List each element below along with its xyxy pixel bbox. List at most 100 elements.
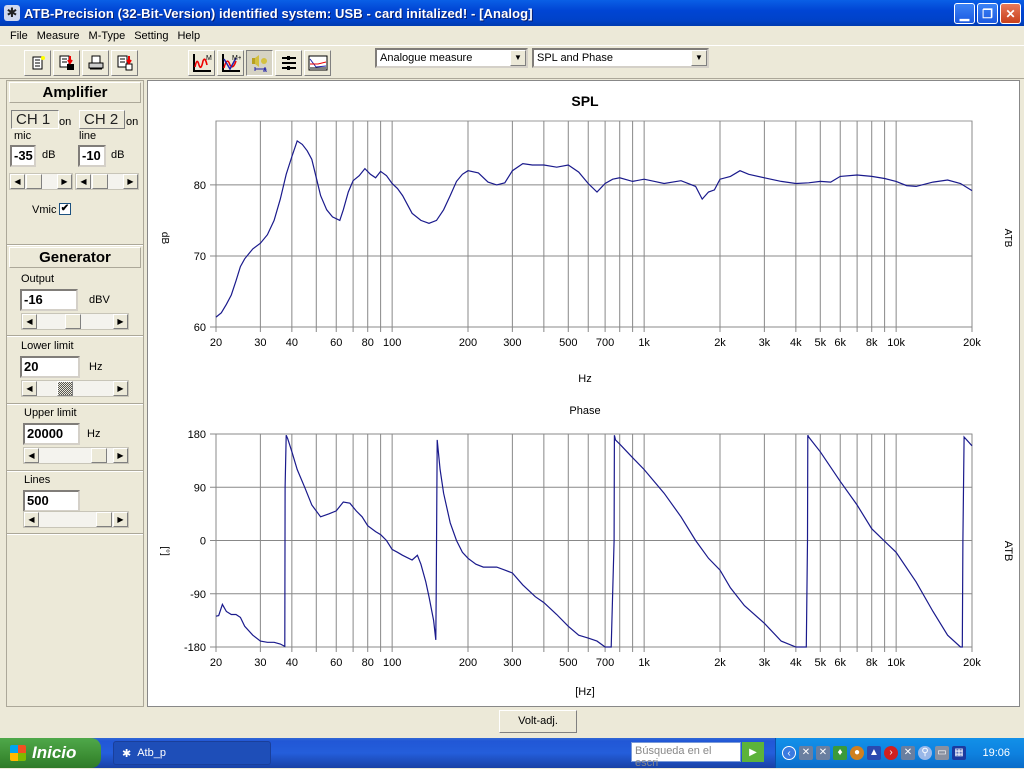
phase-x-tick-label: 2k [714,657,726,669]
ch1-input-label: mic [14,130,32,142]
scroll-right-icon[interactable]: ▶ [123,174,138,189]
scroll-left-icon[interactable]: ◀ [10,174,25,189]
windows-logo-icon [10,745,26,761]
slider-thumb[interactable] [92,174,108,189]
scroll-left-icon[interactable]: ◀ [22,381,37,396]
taskbar-item-atb[interactable]: ✱ Atb_p [113,741,271,765]
ch2-gain-input[interactable]: -10 [78,145,106,167]
scroll-right-icon[interactable]: ▶ [113,314,128,329]
slider-thumb[interactable] [26,174,42,189]
spl-chart-title: SPL [571,93,599,109]
spl-x-tick-label: 60 [330,337,342,349]
divider [7,533,143,535]
phase-x-tick-label: 80 [362,657,374,669]
monitor-icon[interactable]: ▦ [952,746,966,760]
minimize-button[interactable]: ▁ [954,3,975,24]
output-unit: dBV [89,294,110,306]
spl-x-tick-label: 100 [383,337,401,349]
bottom-bar: Volt-adj. [0,707,1024,738]
phase-x-tick-label: 40 [286,657,298,669]
spl-x-tick-label: 20 [210,337,222,349]
slider-thumb[interactable] [96,512,112,527]
search-icon[interactable]: ⚲ [918,746,932,760]
slider-thumb[interactable] [57,381,73,396]
lower-limit-input[interactable]: 20 [20,356,80,378]
measure-plus-button[interactable]: M+ [217,50,244,76]
safely-remove-icon[interactable]: ♦ [833,746,847,760]
start-button[interactable]: Inicio [0,738,101,768]
save-document-icon [59,55,74,70]
spl-x-tick-label: 40 [286,337,298,349]
menu-file[interactable]: File [10,30,28,42]
lines-label: Lines [24,474,51,486]
slider-thumb[interactable] [91,448,107,463]
upper-limit-unit: Hz [87,428,101,440]
export-button[interactable] [111,50,138,76]
spl-x-tick-label: 300 [503,337,521,349]
save-button[interactable] [53,50,80,76]
measure-mode-select[interactable]: Analogue measure ▼ [375,48,528,68]
menu-setting[interactable]: Setting [134,30,168,42]
output-slider[interactable]: ◀ ▶ [21,313,129,330]
output-input[interactable]: -16 [20,289,78,311]
ch2-gain-slider[interactable]: ◀ ▶ [75,173,139,190]
network-disconnected-icon[interactable]: ✕ [816,746,830,760]
chevron-down-icon[interactable]: ▼ [510,50,526,66]
lines-input[interactable]: 500 [23,490,80,512]
lines-slider[interactable]: ◀ ▶ [23,511,129,528]
print-button[interactable] [82,50,109,76]
menu-measure[interactable]: Measure [37,30,80,42]
scroll-right-icon[interactable]: ▶ [113,512,128,527]
spl-x-tick-label: 4k [790,337,802,349]
phase-x-tick-label: 20k [963,657,981,669]
media-icon[interactable]: › [884,746,898,760]
display-mode-select[interactable]: SPL and Phase ▼ [532,48,709,68]
menu-m-type[interactable]: M-Type [89,30,126,42]
restore-button[interactable]: ❐ [977,3,998,24]
close-button[interactable]: ✕ [1000,3,1021,24]
ch1-button[interactable]: CH 1 [11,110,59,129]
phase-series-line [215,434,973,648]
display-icon[interactable]: ▭ [935,746,949,760]
upper-limit-slider[interactable]: ◀ ▶ [23,447,129,464]
upper-limit-input[interactable]: 20000 [23,423,80,445]
network-disconnected-icon[interactable]: ✕ [799,746,813,760]
new-button[interactable] [24,50,51,76]
volt-adj-button[interactable]: Volt-adj. [499,710,577,733]
scroll-left-icon[interactable]: ◀ [22,314,37,329]
speaker-distance-button[interactable]: a [246,50,273,76]
play-arrow-icon: ▶ [749,746,757,758]
settings-button[interactable] [275,50,302,76]
chevron-left-icon[interactable]: ‹ [782,746,796,760]
minimize-icon: ▁ [959,6,970,21]
scroll-left-icon[interactable]: ◀ [24,512,39,527]
bluetooth-icon[interactable]: ▲ [867,746,881,760]
spl-x-tick-label: 200 [459,337,477,349]
ch1-gain-slider[interactable]: ◀ ▶ [9,173,73,190]
phase-y-tick-label: -180 [184,642,206,654]
ch2-button[interactable]: CH 2 [79,110,125,129]
scroll-left-icon[interactable]: ◀ [24,448,39,463]
compare-chart-button[interactable] [304,50,331,76]
menu-bar: File Measure M-Type Setting Help [0,26,1024,45]
vmic-checkbox[interactable]: ✔ [59,203,71,215]
taskbar-search-input[interactable]: Búsqueda en el escri [631,742,741,769]
spl-side-label: ATB [1002,229,1013,248]
lower-limit-slider[interactable]: ◀ ▶ [21,380,129,397]
export-document-icon [117,55,132,71]
lan-disconnected-icon[interactable]: ✕ [901,746,915,760]
slider-thumb[interactable] [65,314,81,329]
search-go-button[interactable]: ▶ [742,742,764,762]
scroll-right-icon[interactable]: ▶ [113,448,128,463]
measure-button[interactable]: M [188,50,215,76]
antivirus-icon[interactable]: ● [850,746,864,760]
phase-x-tick-label: 500 [559,657,577,669]
scroll-right-icon[interactable]: ▶ [113,381,128,396]
menu-help[interactable]: Help [177,30,200,42]
scroll-left-icon[interactable]: ◀ [76,174,91,189]
chart-compare-icon [308,55,327,71]
chevron-down-icon[interactable]: ▼ [691,50,707,66]
scroll-right-icon[interactable]: ▶ [57,174,72,189]
ch1-gain-input[interactable]: -35 [10,145,36,167]
measure-m-plus-icon: M+ [221,54,241,72]
